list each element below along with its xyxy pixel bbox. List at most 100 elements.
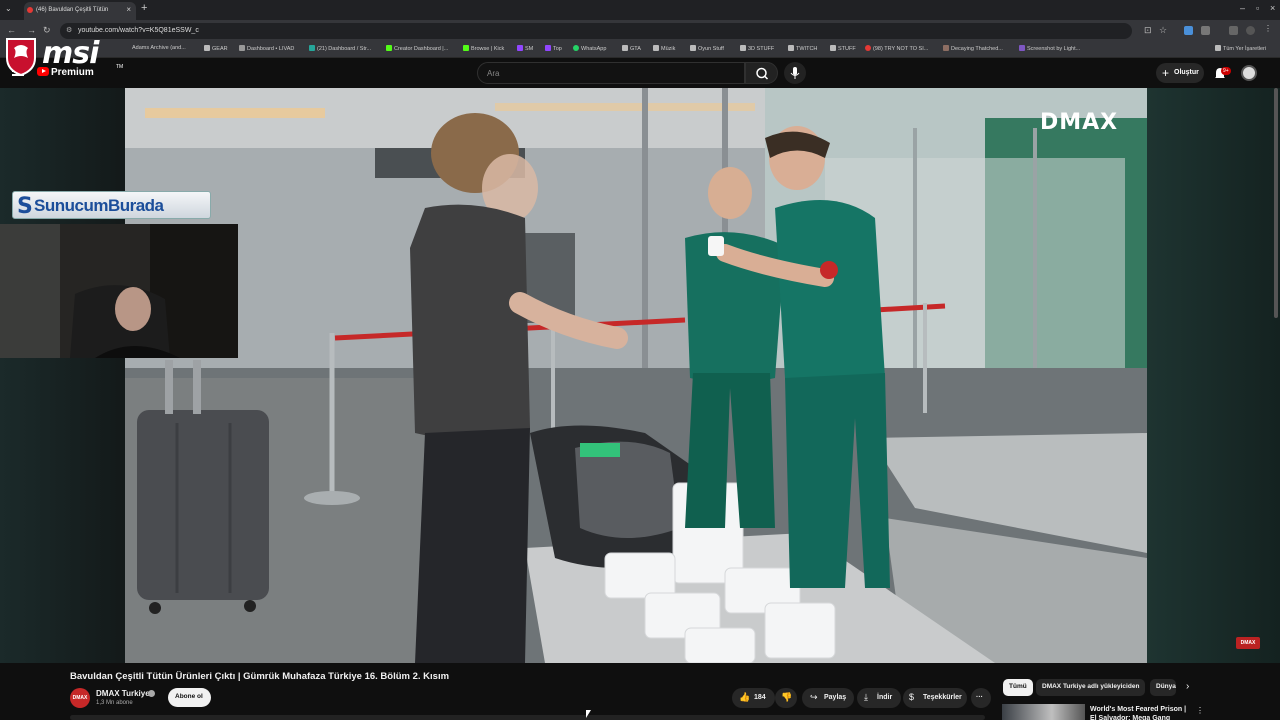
- bookmark-item[interactable]: Browse | Kick: [463, 45, 504, 52]
- maximize-icon[interactable]: ▫: [1256, 3, 1259, 13]
- download-button[interactable]: ⤓ İndir: [857, 688, 901, 708]
- download-icon: ⤓: [864, 692, 868, 702]
- mouse-cursor-icon: [586, 710, 591, 718]
- thanks-label: Teşekkürler: [923, 694, 962, 701]
- bookmark-folder[interactable]: GTA: [622, 45, 641, 52]
- chip-world[interactable]: Dünya: [1150, 679, 1176, 696]
- recommendation-thumbnail[interactable]: [1002, 704, 1085, 720]
- video-player[interactable]: [125, 88, 1147, 663]
- search-input[interactable]: Ara: [477, 62, 745, 84]
- all-bookmarks[interactable]: Tüm Yer İşaretleri: [1215, 45, 1266, 52]
- dislike-button[interactable]: 👎: [775, 688, 797, 708]
- banner-text: SunucumBurada: [34, 196, 164, 215]
- tab-title: (46) Bavuldan Çeşitli Tütün: [36, 7, 109, 13]
- msi-trademark: TM: [116, 64, 124, 70]
- thanks-button[interactable]: $ Teşekkürler: [903, 688, 967, 708]
- dmax-corner-badge: DMAX: [1236, 637, 1260, 649]
- reading-list-icon[interactable]: [1229, 26, 1238, 35]
- new-tab-icon[interactable]: +: [141, 2, 147, 14]
- recommendation-title[interactable]: World's Most Feared Prison | El Salvador…: [1090, 705, 1188, 720]
- site-info-icon[interactable]: ⚙: [66, 26, 72, 34]
- bookmark-item[interactable]: WhatsApp: [573, 45, 606, 52]
- subscriber-count: 1,3 Mn abone: [96, 700, 133, 706]
- forward-icon[interactable]: →: [27, 25, 36, 35]
- download-label: İndir: [877, 694, 893, 701]
- youtube-favicon-icon: [27, 7, 33, 13]
- browser-tab[interactable]: (46) Bavuldan Çeşitli Tütün ×: [24, 2, 136, 20]
- back-icon[interactable]: ←: [7, 25, 16, 35]
- bookmarks-bar: Adams Archive (and... GEAR Dashboard • L…: [0, 42, 1280, 58]
- subscribe-button[interactable]: Abone ol: [168, 688, 211, 707]
- reload-icon[interactable]: ↻: [43, 25, 51, 36]
- minimize-icon[interactable]: –: [1240, 3, 1245, 13]
- dmax-watermark: DMAX: [1040, 110, 1119, 135]
- like-count: 184: [754, 694, 766, 701]
- thumbs-down-icon: 👎: [781, 692, 793, 702]
- channel-avatar[interactable]: DMAX: [70, 688, 90, 708]
- verified-check-icon: [148, 690, 155, 697]
- share-label: Paylaş: [824, 694, 847, 701]
- plus-icon: +: [1162, 66, 1170, 80]
- bookmark-item[interactable]: (98) TRY NOT TO SI...: [865, 45, 928, 52]
- chips-next-chevron-icon[interactable]: ›: [1186, 681, 1189, 692]
- bookmark-folder[interactable]: Müzik: [653, 45, 675, 52]
- share-button[interactable]: ↪ Paylaş: [802, 688, 854, 708]
- video-title: Bavuldan Çeşitli Tütün Ürünleri Çıktı | …: [70, 671, 450, 682]
- comment-box-edge: [70, 715, 985, 720]
- youtube-header: Premium Ara + Oluştur 9+: [0, 58, 1280, 88]
- bookmark-folder[interactable]: STUFF: [830, 45, 856, 52]
- page-scrollbar[interactable]: [1274, 88, 1278, 318]
- bookmark-item[interactable]: Creator Dashboard |...: [386, 45, 448, 52]
- account-avatar[interactable]: [1241, 65, 1257, 81]
- bookmark-item[interactable]: Top: [545, 45, 562, 52]
- bookmark-folder[interactable]: 3D STUFF: [740, 45, 774, 52]
- notification-badge: 9+: [1221, 67, 1231, 75]
- bookmark-item[interactable]: SM: [517, 45, 533, 52]
- address-bar[interactable]: ⚙ youtube.com/watch?v=K5Q81eSSW_c: [60, 23, 1132, 39]
- msi-dragon-shield-icon: [6, 38, 36, 76]
- bookmark-item[interactable]: (21) Dashboard / Str...: [309, 45, 371, 52]
- bookmark-folder[interactable]: Oyun Stuff: [690, 45, 724, 52]
- browser-tab-strip: ⌄ (46) Bavuldan Çeşitli Tütün × + – ▫ ×: [0, 0, 1280, 20]
- banner-logo-letter: S: [17, 194, 33, 219]
- bookmark-item[interactable]: Decaying Thatched...: [943, 45, 1003, 52]
- tab-search-chevron-icon[interactable]: ⌄: [5, 4, 12, 13]
- extensions-puzzle-icon[interactable]: [1201, 26, 1210, 35]
- profile-icon[interactable]: [1246, 26, 1255, 35]
- like-button[interactable]: 👍 184: [732, 688, 775, 708]
- recommendation-more-icon[interactable]: ⋮: [1196, 706, 1204, 715]
- browser-toolbar: ← → ↻ ⚙ youtube.com/watch?v=K5Q81eSSW_c …: [0, 20, 1280, 42]
- more-dots-icon: ···: [976, 694, 983, 701]
- webcam-frame: [0, 224, 238, 358]
- more-actions-button[interactable]: ···: [971, 688, 991, 708]
- create-button[interactable]: + Oluştur: [1156, 63, 1204, 83]
- create-label: Oluştur: [1174, 69, 1199, 76]
- bookmark-folder[interactable]: TWITCH: [788, 45, 817, 52]
- msi-logo: msi: [42, 36, 99, 71]
- channel-name[interactable]: DMAX Turkiye: [96, 689, 150, 698]
- video-frame: [125, 88, 1147, 663]
- bookmark-item[interactable]: Adams Archive (and...: [132, 45, 186, 51]
- chip-all[interactable]: Tümü: [1003, 679, 1033, 696]
- install-icon[interactable]: ⊡: [1144, 25, 1152, 36]
- webcam-overlay: [0, 224, 238, 358]
- thumbs-up-icon: 👍: [739, 692, 751, 702]
- close-window-icon[interactable]: ×: [1270, 3, 1275, 13]
- bookmark-star-icon[interactable]: ☆: [1159, 25, 1167, 36]
- streamer-banner: S SunucumBurada: [12, 191, 211, 219]
- search-icon: [756, 67, 769, 80]
- bookmark-item[interactable]: Dashboard • LIVAD: [239, 45, 294, 52]
- voice-search-button[interactable]: [784, 62, 806, 84]
- chrome-menu-icon[interactable]: ⋮: [1264, 24, 1273, 33]
- chip-from-uploader[interactable]: DMAX Turkiye adlı yükleyiciden: [1036, 679, 1146, 696]
- bookmark-item[interactable]: Screenshot by Light...: [1019, 45, 1080, 52]
- search-button[interactable]: [745, 62, 778, 84]
- share-arrow-icon: ↪: [810, 692, 818, 702]
- extension-icon[interactable]: [1184, 26, 1193, 35]
- tab-close-icon[interactable]: ×: [126, 5, 131, 14]
- player-backdrop-right: [1147, 88, 1280, 663]
- microphone-icon: [790, 67, 800, 79]
- url-text: youtube.com/watch?v=K5Q81eSSW_c: [78, 27, 199, 34]
- thanks-dollar-icon: $: [909, 692, 915, 702]
- bookmark-item[interactable]: GEAR: [204, 45, 228, 52]
